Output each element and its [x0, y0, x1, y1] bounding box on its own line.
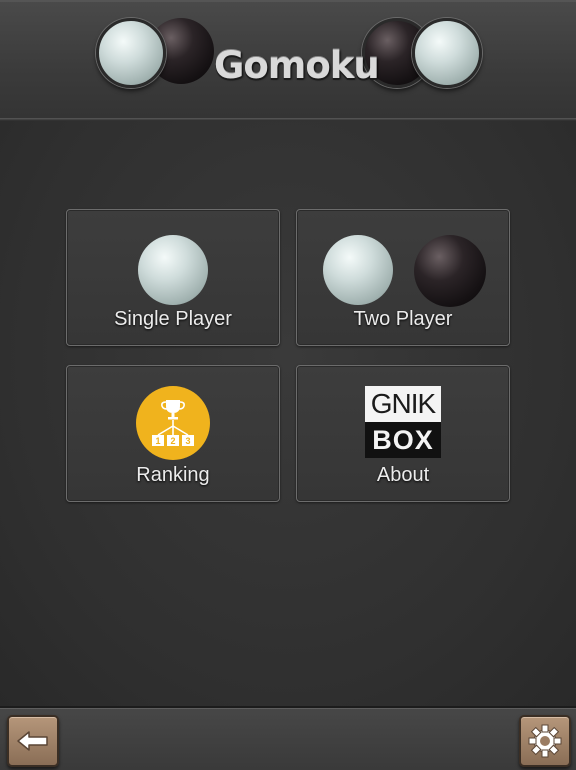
about-label: About [376, 464, 430, 486]
main-area: Single Player Two Player 1 2 3 Ranking G… [0, 121, 576, 706]
white-stone-icon [323, 235, 393, 305]
settings-button[interactable] [519, 715, 571, 767]
single-player-button[interactable]: Single Player [66, 209, 280, 346]
rank-3: 3 [185, 436, 190, 446]
logo-line-2: BOX [365, 422, 441, 458]
back-button[interactable] [7, 715, 59, 767]
back-arrow-icon [17, 731, 48, 751]
header-bar: Gomoku [0, 0, 576, 120]
white-stone-decoration [412, 18, 482, 88]
gear-icon [528, 724, 562, 758]
trophy-icon: 1 2 3 [152, 400, 194, 446]
gnikbox-logo: GNIK BOX [365, 386, 441, 458]
app-title: Gomoku [214, 44, 380, 87]
rank-2: 2 [170, 436, 175, 446]
logo-line-1: GNIK [365, 386, 441, 422]
two-player-button[interactable]: Two Player [296, 209, 510, 346]
single-player-label: Single Player [114, 308, 232, 330]
white-stone-icon [138, 235, 208, 305]
footer-bar [0, 706, 576, 770]
white-stone-decoration [96, 18, 166, 88]
about-button[interactable]: GNIK BOX About [296, 365, 510, 502]
two-player-label: Two Player [353, 308, 453, 330]
rank-1: 1 [155, 436, 160, 446]
ranking-label: Ranking [136, 464, 210, 486]
trophy-ranking-icon: 1 2 3 [136, 386, 210, 460]
black-stone-icon [414, 235, 486, 307]
ranking-button[interactable]: 1 2 3 Ranking [66, 365, 280, 502]
